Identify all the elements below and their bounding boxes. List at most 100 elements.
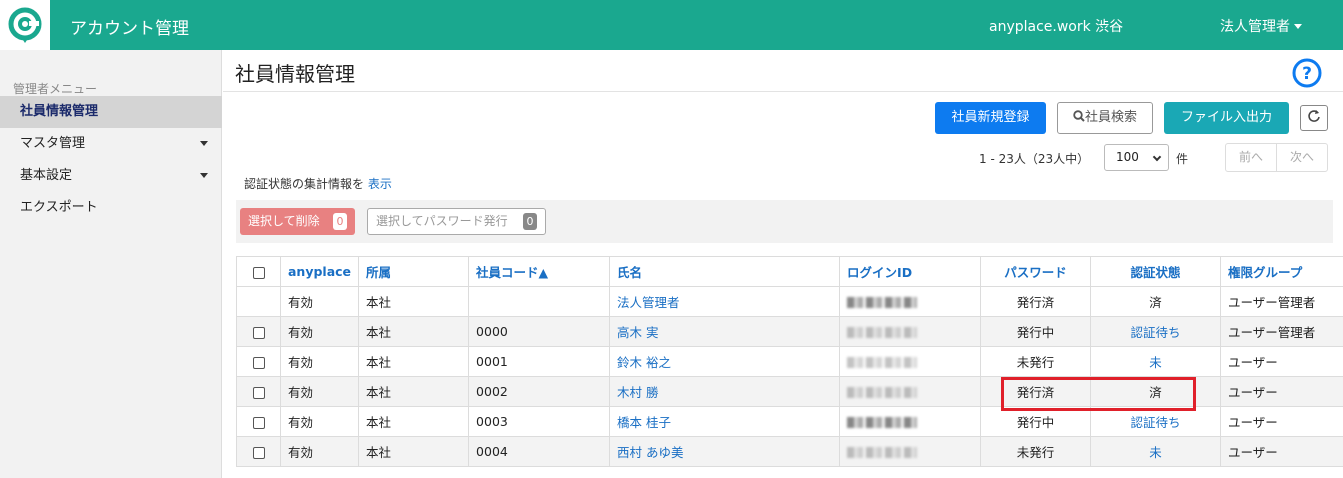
cell-login-id: [839, 376, 982, 407]
help-icon[interactable]: ?: [1292, 58, 1322, 88]
cell-auth-status: 済: [1090, 286, 1222, 317]
auth-status-link[interactable]: 未: [1149, 355, 1162, 370]
sidebar-heading: 管理者メニュー: [13, 82, 98, 96]
delete-selected-label: 選択して削除: [248, 214, 320, 228]
cell-code: 0000: [468, 316, 611, 347]
redacted-login-id: [847, 327, 918, 338]
cell-dept: 本社: [358, 406, 470, 437]
cell-password: 発行中: [980, 406, 1092, 437]
employee-name-link[interactable]: 法人管理者: [617, 295, 680, 310]
result-count: 1 - 23人（23人中）: [979, 152, 1090, 166]
col-password[interactable]: パスワード: [980, 256, 1092, 287]
search-icon: [1073, 110, 1085, 122]
sidebar-item-label: 基本設定: [20, 168, 73, 183]
select-all-checkbox[interactable]: [252, 266, 265, 279]
cell-dept: 本社: [358, 436, 470, 467]
delete-selected-button[interactable]: 選択して削除 0: [240, 208, 355, 235]
new-employee-button[interactable]: 社員新規登録: [935, 102, 1046, 134]
cell-name: 法人管理者: [609, 286, 841, 317]
table-row: 有効 本社 0000 高木 実 発行中 認証待ち ユーザー管理者: [236, 316, 1343, 347]
auth-summary-text: 認証状態の集計情報を: [244, 177, 368, 191]
col-employee-code[interactable]: 社員コード▲: [468, 256, 611, 287]
cell-name: 高木 実: [609, 316, 841, 347]
search-employee-button[interactable]: 社員検索: [1057, 102, 1153, 134]
col-dept[interactable]: 所属: [358, 256, 470, 287]
cell-group: ユーザー: [1220, 346, 1343, 377]
table-row: 有効 本社 0001 鈴木 裕之 未発行 未 ユーザー: [236, 346, 1343, 377]
per-page-select[interactable]: 100: [1104, 144, 1169, 171]
delete-count-badge: 0: [333, 213, 347, 230]
refresh-icon: [1308, 110, 1320, 122]
employee-name-link[interactable]: 高木 実: [617, 325, 658, 340]
sidebar-item-label: 社員情報管理: [20, 104, 99, 119]
cell-password: 未発行: [980, 346, 1092, 377]
sidebar-item-basic-settings[interactable]: 基本設定: [0, 160, 222, 192]
cell-name: 木村 勝: [609, 376, 841, 407]
app-title: アカウント管理: [70, 19, 189, 39]
employee-name-link[interactable]: 木村 勝: [617, 385, 658, 400]
cell-auth-status: 認証待ち: [1090, 316, 1222, 347]
col-name[interactable]: 氏名: [609, 256, 841, 287]
cell-login-id: [839, 346, 982, 377]
cell-anyplace: 有効: [279, 376, 360, 407]
auth-status-link[interactable]: 認証待ち: [1131, 325, 1181, 340]
col-login-id[interactable]: ログインID: [839, 256, 982, 287]
auth-status-link[interactable]: 認証待ち: [1131, 415, 1181, 430]
auth-summary: 認証状態の集計情報を 表示: [244, 175, 392, 192]
cell-anyplace: 有効: [279, 346, 360, 377]
cell-name: 西村 あゆ美: [609, 436, 841, 467]
redacted-login-id: [847, 447, 918, 458]
sidebar-item-master[interactable]: マスタ管理: [0, 128, 222, 160]
table-row: 有効 本社 0002 木村 勝 発行済 済 ユーザー: [236, 376, 1343, 407]
row-checkbox[interactable]: [252, 326, 265, 339]
file-io-button[interactable]: ファイル入出力: [1164, 102, 1289, 134]
row-checkbox[interactable]: [252, 356, 265, 369]
prev-page-button[interactable]: 前へ: [1225, 143, 1277, 172]
page-title: 社員情報管理: [235, 62, 355, 86]
caret-down-icon: [200, 141, 208, 146]
chevron-down-icon: [1152, 152, 1162, 162]
col-permission-group[interactable]: 権限グループ: [1220, 256, 1343, 287]
col-anyplace[interactable]: anyplace: [279, 256, 360, 287]
cell-group: ユーザー管理者: [1220, 316, 1343, 347]
sidebar-item-label: マスタ管理: [20, 136, 86, 151]
cell-code: 0003: [468, 406, 611, 437]
col-auth-status[interactable]: 認証状態: [1090, 256, 1222, 287]
table-row: 有効 本社 0003 橋本 桂子 発行中 認証待ち ユーザー: [236, 406, 1343, 437]
cell-dept: 本社: [358, 346, 470, 377]
cell-name: 橋本 桂子: [609, 406, 841, 437]
next-page-button[interactable]: 次へ: [1276, 143, 1328, 172]
per-page-unit: 件: [1176, 152, 1189, 166]
cell-code: 0001: [468, 346, 611, 377]
svg-text:?: ?: [1302, 64, 1312, 84]
cell-password: 発行済: [980, 286, 1092, 317]
row-checkbox[interactable]: [252, 416, 265, 429]
title-divider: [223, 91, 1343, 92]
user-menu[interactable]: 法人管理者: [1220, 16, 1302, 36]
cell-login-id: [839, 406, 982, 437]
employee-name-link[interactable]: 橋本 桂子: [617, 415, 671, 430]
cell-auth-status: 未: [1090, 436, 1222, 467]
row-checkbox[interactable]: [252, 446, 265, 459]
employee-name-link[interactable]: 鈴木 裕之: [617, 355, 671, 370]
redacted-login-id: [847, 357, 918, 368]
employee-name-link[interactable]: 西村 あゆ美: [617, 445, 683, 460]
cell-password: 発行済: [980, 376, 1092, 407]
logo-icon: [8, 7, 42, 43]
refresh-button[interactable]: [1300, 105, 1328, 131]
cell-anyplace: 有効: [279, 406, 360, 437]
row-select-cell: [236, 346, 281, 377]
row-checkbox[interactable]: [252, 386, 265, 399]
table-header-row: anyplace 所属 社員コード▲ 氏名 ログインID パスワード 認証状態 …: [236, 256, 1343, 287]
cell-code: 0004: [468, 436, 611, 467]
table-row: 有効 本社 0004 西村 あゆ美 未発行 未 ユーザー: [236, 436, 1343, 467]
cell-name: 鈴木 裕之: [609, 346, 841, 377]
issue-password-selected-button[interactable]: 選択してパスワード発行 0: [367, 208, 546, 235]
row-select-cell: [236, 436, 281, 467]
app-logo[interactable]: [0, 0, 50, 50]
issue-password-count-badge: 0: [523, 213, 537, 230]
auth-summary-show-link[interactable]: 表示: [368, 177, 392, 191]
sidebar-item-employee-info[interactable]: 社員情報管理: [0, 96, 222, 128]
sidebar-item-export[interactable]: エクスポート: [0, 192, 222, 224]
auth-status-link[interactable]: 未: [1149, 445, 1162, 460]
